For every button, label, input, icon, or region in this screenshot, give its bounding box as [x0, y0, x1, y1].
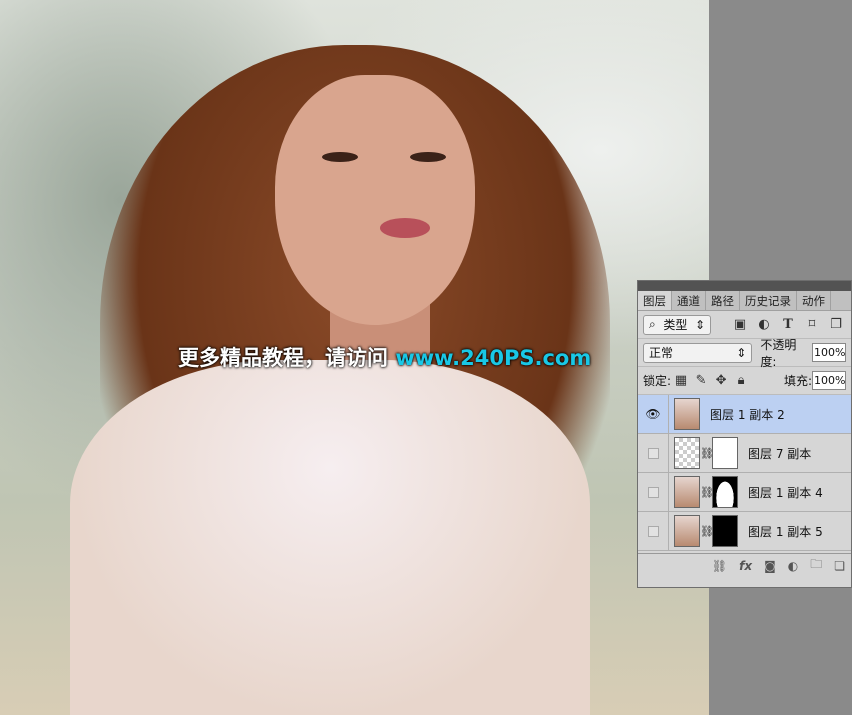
spinner-icon: ⇕	[736, 345, 747, 360]
layer-thumbnail	[674, 476, 700, 508]
mask-icon[interactable]: ◙	[764, 559, 776, 573]
chain-link-icon[interactable]: ⛓	[700, 525, 714, 538]
layer-mask-thumbnail[interactable]	[712, 476, 738, 508]
layer-thumbnail	[674, 398, 700, 430]
adjustment-layer-icon[interactable]: ◐	[788, 559, 798, 573]
adjustment-icon[interactable]: ◐	[754, 317, 774, 332]
layer-name: 图层 7 副本	[748, 446, 812, 461]
visibility-toggle[interactable]	[638, 512, 669, 550]
lips	[380, 218, 430, 238]
eye	[322, 152, 358, 162]
eye	[410, 152, 446, 162]
tab-history[interactable]: 历史记录	[740, 291, 797, 310]
filter-kind-label: 类型	[663, 318, 688, 332]
lock-label: 锁定:	[643, 374, 672, 388]
opacity-input[interactable]: 100%	[812, 343, 846, 362]
watermark: 更多精品教程，请访问 www.240PS.com	[178, 342, 591, 372]
layer-thumbnail	[674, 515, 700, 547]
new-layer-icon[interactable]: ❏	[834, 559, 845, 573]
checkbox-icon	[647, 525, 659, 537]
smart-object-icon[interactable]: ❐	[826, 317, 846, 332]
blend-mode-value: 正常	[649, 346, 674, 360]
shape-icon[interactable]: ⌑	[802, 317, 822, 332]
search-icon: ⌕	[649, 317, 656, 331]
tab-layers[interactable]: 图层	[638, 291, 672, 310]
layer-name: 图层 1 副本 4	[748, 485, 823, 500]
layer-name: 图层 1 副本 5	[748, 524, 823, 539]
panel-title-bar[interactable]	[638, 281, 851, 291]
face	[275, 75, 475, 325]
opacity-label: 不透明度:	[760, 337, 797, 369]
layers-panel: 图层 通道 路径 历史记录 动作 ⌕ 类型 ⇕ ▣ ◐ T ⌑ ❐ 正常 ⇕ 不透明度…	[637, 280, 852, 588]
watermark-text: 更多精品教程，请访问	[178, 346, 388, 370]
chain-link-icon[interactable]: ⛓	[700, 486, 714, 499]
watermark-url: www.240PS.com	[395, 346, 592, 370]
layer-row[interactable]: ⛓ 图层 1 副本 5	[638, 512, 851, 551]
image-icon[interactable]: ▣	[730, 317, 750, 332]
layer-thumbnail	[674, 437, 700, 469]
tab-paths[interactable]: 路径	[706, 291, 740, 310]
chain-link-icon[interactable]: ⛓	[700, 447, 714, 460]
type-icon[interactable]: T	[778, 317, 798, 332]
eye-icon: 👁︎	[645, 407, 661, 421]
visibility-toggle[interactable]	[638, 434, 669, 472]
filter-kind-select[interactable]: ⌕ 类型 ⇕	[643, 314, 711, 335]
filter-row: ⌕ 类型 ⇕ ▣ ◐ T ⌑ ❐	[638, 311, 851, 339]
blend-row: 正常 ⇕ 不透明度: 100%	[638, 337, 851, 369]
canvas-photo: 更多精品教程，请访问 www.240PS.com	[0, 0, 709, 715]
layer-name: 图层 1 副本 2	[710, 407, 785, 422]
panel-tabs: 图层 通道 路径 历史记录 动作	[638, 291, 851, 311]
layer-row[interactable]: ⛓ 图层 7 副本	[638, 434, 851, 473]
blend-mode-select[interactable]: 正常 ⇕	[643, 342, 753, 363]
lock-row: 锁定: ▦ ✎ ✥ 🔒︎ 填充: 100%	[638, 367, 851, 395]
visibility-toggle[interactable]: 👁︎	[638, 395, 669, 433]
fx-icon[interactable]: fx	[739, 559, 752, 573]
layer-row[interactable]: ⛓ 图层 1 副本 4	[638, 473, 851, 512]
layer-mask-thumbnail[interactable]	[712, 515, 738, 547]
fill-input[interactable]: 100%	[812, 371, 846, 390]
visibility-toggle[interactable]	[638, 473, 669, 511]
layer-mask-thumbnail[interactable]	[712, 437, 738, 469]
group-icon[interactable]: 🗀︎	[810, 555, 822, 576]
tab-channels[interactable]: 通道	[672, 291, 706, 310]
checkbox-icon	[647, 486, 659, 498]
tab-actions[interactable]: 动作	[797, 291, 831, 310]
spinner-icon: ⇕	[694, 317, 705, 332]
lock-all-icon[interactable]: 🔒︎	[731, 373, 751, 388]
checkbox-icon	[647, 447, 659, 459]
link-icon[interactable]: ⛓	[712, 559, 727, 573]
lock-move-icon[interactable]: ✥	[711, 373, 731, 388]
lock-paint-icon[interactable]: ✎	[691, 373, 711, 388]
fill-label: 填充:	[783, 374, 812, 388]
lock-transparent-icon[interactable]: ▦	[671, 373, 691, 388]
layer-row[interactable]: 👁︎ 图层 1 副本 2	[638, 395, 851, 434]
panel-bottom-bar: ⛓ fx ◙ ◐ 🗀︎ ❏	[638, 553, 851, 577]
fur-coat	[70, 360, 590, 715]
